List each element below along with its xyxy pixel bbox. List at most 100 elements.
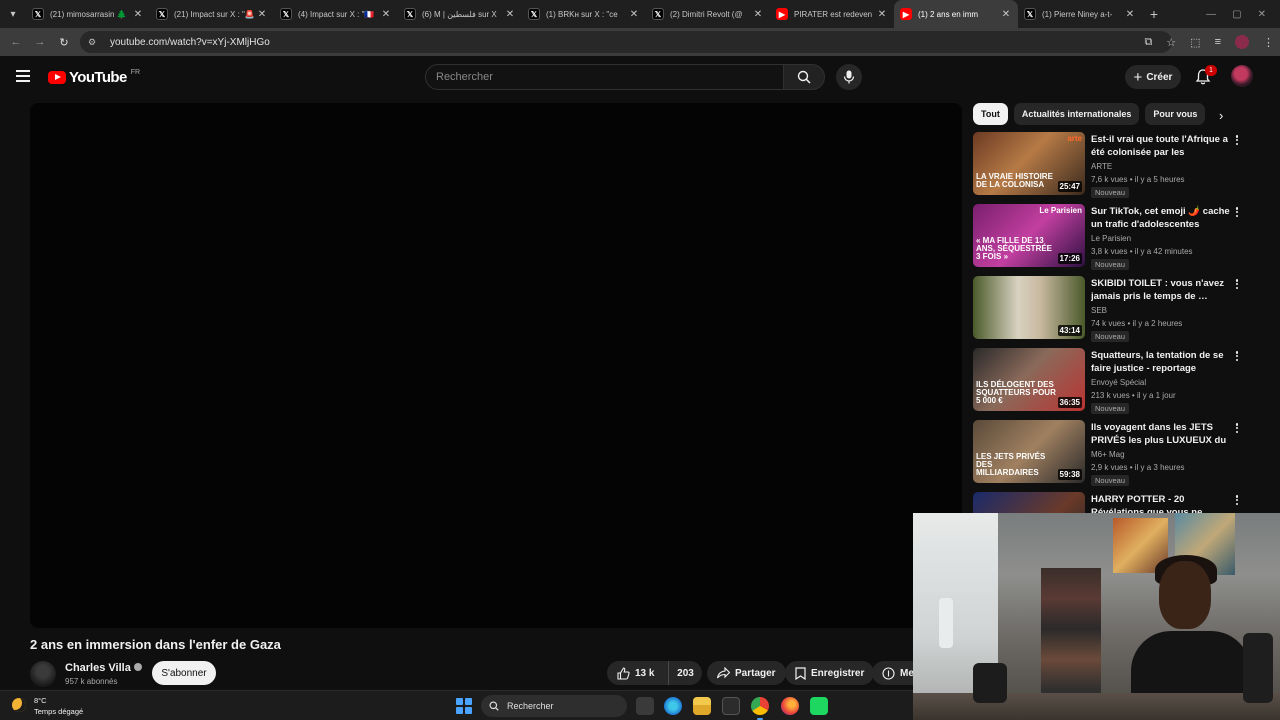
site-info-icon[interactable]: ⚙: [88, 37, 102, 48]
filter-chip[interactable]: Actualités internationales: [1013, 103, 1140, 125]
more-options-icon[interactable]: [1232, 277, 1242, 291]
video-thumbnail[interactable]: 43:14: [973, 276, 1085, 339]
moon-weather-icon[interactable]: [12, 698, 26, 712]
youtube-logo[interactable]: YouTube FR: [48, 68, 140, 86]
more-options-icon[interactable]: [1232, 421, 1242, 435]
x-icon: 𝕏: [404, 8, 416, 20]
tab-close-icon[interactable]: ✕: [752, 9, 764, 20]
video-thumbnail[interactable]: LES JETS PRIVÉS DES MILLIARDAIRES 59:38: [973, 420, 1085, 483]
channel-name[interactable]: Charles Villa: [65, 662, 142, 674]
address-bar[interactable]: ⚙ youtube.com/watch?v=xYj-XMljHGo: [80, 31, 1172, 53]
youtube-icon: ▶: [776, 8, 788, 20]
tab-close-icon[interactable]: ✕: [380, 9, 392, 20]
tab-close-icon[interactable]: ✕: [1000, 9, 1012, 20]
tab-close-icon[interactable]: ✕: [132, 9, 144, 20]
channel-avatar[interactable]: [30, 661, 56, 687]
video-title[interactable]: Sur TikTok, cet emoji 🌶️ cache un trafic…: [1091, 205, 1231, 231]
windows-start-icon[interactable]: [456, 698, 472, 714]
save-button[interactable]: Enregistrer: [785, 661, 875, 685]
more-options-icon[interactable]: [1232, 133, 1242, 147]
channel-name[interactable]: Envoyé Spécial: [1091, 378, 1146, 387]
create-button[interactable]: + Créer: [1125, 65, 1181, 89]
chevron-right-icon[interactable]: ›: [1219, 108, 1223, 123]
recommended-video[interactable]: « Ma fille de 13 ans, séquestrée 3 fois …: [973, 203, 1253, 275]
recommended-video[interactable]: LES JETS PRIVÉS DES MILLIARDAIRES 59:38 Il…: [973, 419, 1253, 491]
browser-tab[interactable]: 𝕏 (1) BRKн sur X : "ce ✕: [522, 0, 646, 28]
more-options-icon[interactable]: [1232, 205, 1242, 219]
more-options-icon[interactable]: [1232, 349, 1242, 363]
tab-title: (21) Impact sur X : "🚨: [174, 9, 255, 19]
reload-icon[interactable]: ↻: [52, 28, 76, 56]
account-avatar[interactable]: [1231, 65, 1253, 87]
recommended-video[interactable]: LA VRAIE HISTOIRE DE LA COLONISA arte 25:4…: [973, 131, 1253, 203]
share-button[interactable]: Partager: [707, 661, 786, 685]
file-explorer-icon[interactable]: [693, 697, 711, 715]
webcam-streamer-head: [1159, 561, 1211, 629]
recommendations-list: LA VRAIE HISTOIRE DE LA COLONISA arte 25:4…: [973, 131, 1253, 513]
tab-close-icon[interactable]: ✕: [876, 9, 888, 20]
tab-close-icon[interactable]: ✕: [1124, 9, 1136, 20]
like-button[interactable]: 13 k: [607, 661, 669, 685]
forward-icon[interactable]: →: [28, 28, 52, 56]
browser-tab[interactable]: 𝕏 (21) Impact sur X : "🚨 ✕: [150, 0, 274, 28]
chrome-icon[interactable]: [751, 697, 769, 720]
reading-list-icon[interactable]: ≡: [1215, 36, 1221, 48]
tab-close-icon[interactable]: ✕: [628, 9, 640, 20]
browser-tab[interactable]: 𝕏 (6) M | ‎فلسطين sur X ✕: [398, 0, 522, 28]
video-thumbnail[interactable]: LA VRAIE HISTOIRE DE LA COLONISA arte 25:4…: [973, 132, 1085, 195]
browser-tab[interactable]: ▶ (1) 2 ans en imm ✕: [894, 0, 1018, 28]
bookmark-star-icon[interactable]: ☆: [1166, 36, 1176, 49]
maximize-icon[interactable]: ▢: [1232, 9, 1241, 20]
recommended-video[interactable]: 43:14 SKIBIDI TOILET : vous n'avez jamais…: [973, 275, 1253, 347]
video-thumbnail[interactable]: 20 Révélations que vous n'avez: [973, 492, 1085, 513]
video-thumbnail[interactable]: « Ma fille de 13 ans, séquestrée 3 fois …: [973, 204, 1085, 267]
profile-avatar[interactable]: [1235, 35, 1249, 49]
video-title[interactable]: Ils voyagent dans les JETS PRIVÉS les pl…: [1091, 421, 1231, 447]
tab-close-icon[interactable]: ✕: [256, 9, 268, 20]
minimize-icon[interactable]: —: [1206, 9, 1216, 20]
browser-tab[interactable]: ▶ PIRATER est redeven ✕: [770, 0, 894, 28]
video-title[interactable]: HARRY POTTER - 20 Révélations que vous n…: [1091, 493, 1231, 513]
subscribe-button[interactable]: S'abonner: [152, 661, 216, 685]
store-icon[interactable]: [722, 697, 740, 715]
video-title[interactable]: Est-il vrai que toute l'Afrique a été co…: [1091, 133, 1231, 159]
browser-menu-icon[interactable]: ⋮: [1263, 36, 1274, 49]
task-view-icon[interactable]: [636, 697, 654, 715]
new-tab-icon[interactable]: +: [1142, 6, 1166, 22]
filter-chip[interactable]: Tout: [973, 103, 1008, 125]
menu-icon[interactable]: [16, 70, 30, 82]
search-box: [425, 64, 783, 90]
browser-tab[interactable]: 𝕏 (2) Dimitri Revolt (@ ✕: [646, 0, 770, 28]
recommended-video[interactable]: 20 Révélations que vous n'avez HARRY POTT…: [973, 491, 1253, 513]
video-title[interactable]: SKIBIDI TOILET : vous n'avez jamais pris…: [1091, 277, 1231, 303]
edge-icon[interactable]: [664, 697, 682, 715]
tab-search-menu-icon[interactable]: ▾: [0, 0, 26, 28]
browser-tab[interactable]: 𝕏 (1) Pierre Niney a-t- ✕: [1018, 0, 1142, 28]
firefox-icon[interactable]: [781, 697, 799, 715]
channel-name[interactable]: M6+ Mag: [1091, 450, 1125, 459]
filter-chip[interactable]: Pour vous: [1145, 103, 1206, 125]
view-count: 74 k vues: [1091, 319, 1126, 328]
upload-time: il y a 42 minutes: [1134, 247, 1193, 256]
search-input[interactable]: [436, 71, 783, 83]
channel-name[interactable]: SEB: [1091, 306, 1107, 315]
browser-tab[interactable]: 𝕏 (21) mimosarrasin 🌲 ✕: [26, 0, 150, 28]
extensions-icon[interactable]: ⬚: [1190, 36, 1200, 49]
dislike-button[interactable]: 203: [669, 668, 702, 679]
voice-search-button[interactable]: [836, 64, 862, 90]
search-button[interactable]: [783, 64, 825, 90]
video-title[interactable]: Squatteurs, la tentation de se faire jus…: [1091, 349, 1231, 375]
more-options-icon[interactable]: [1232, 493, 1242, 507]
back-icon[interactable]: ←: [4, 28, 28, 56]
channel-name[interactable]: ARTE: [1091, 162, 1112, 171]
tab-close-icon[interactable]: ✕: [504, 9, 516, 20]
video-player[interactable]: [30, 103, 962, 628]
install-app-icon[interactable]: ⧉: [1144, 36, 1152, 49]
close-window-icon[interactable]: ✕: [1258, 9, 1266, 20]
browser-tab[interactable]: 𝕏 (4) Impact sur X : "🇫🇷 ✕: [274, 0, 398, 28]
taskbar-search[interactable]: Rechercher: [481, 695, 627, 717]
video-thumbnail[interactable]: ILS DÉLOGENT DES SQUATTEURS POUR 5 000 €…: [973, 348, 1085, 411]
app-green-icon[interactable]: [810, 697, 828, 715]
recommended-video[interactable]: ILS DÉLOGENT DES SQUATTEURS POUR 5 000 €…: [973, 347, 1253, 419]
channel-name[interactable]: Le Parisien: [1091, 234, 1131, 243]
